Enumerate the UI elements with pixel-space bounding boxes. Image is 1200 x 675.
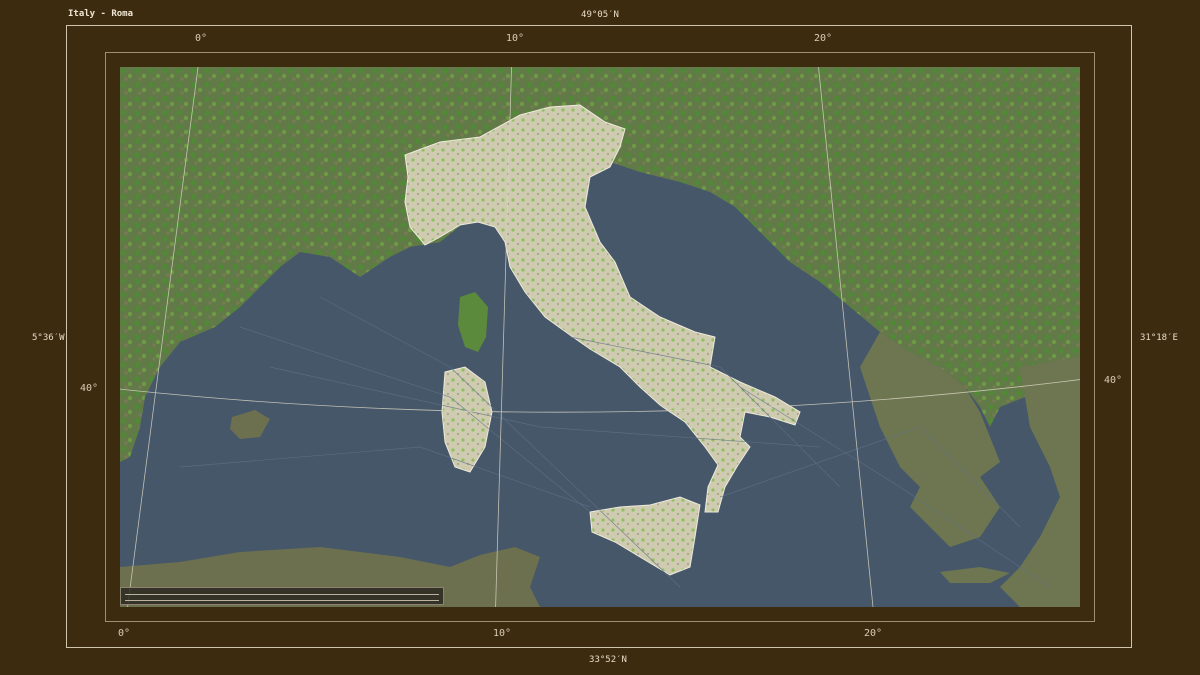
graticule-right-label: 40° [1104,375,1123,386]
map-title: Italy - Roma [68,9,134,19]
graticule-top-label: 0° [195,33,208,44]
east-bound-label: 31°18′E [1140,333,1178,343]
graticule-bottom-label: 0° [118,628,131,639]
south-bound-label: 33°52′N [589,655,627,665]
scale-bar-km [125,594,439,595]
map-svg [120,67,1080,607]
graticule-bottom-label: 20° [864,628,883,639]
map-figure: Italy - Roma 49°05′N 33°52′N 5°36′W 31°1… [0,0,1200,675]
graticule-top-label: 10° [506,33,525,44]
graticule-left-label: 40° [80,383,99,394]
west-bound-label: 5°36′W [32,333,65,343]
scale-bar-mi [125,600,439,601]
graticule-top-label: 20° [814,33,833,44]
scale-bar [120,587,444,605]
north-bound-label: 49°05′N [581,10,619,20]
map-canvas[interactable] [120,67,1080,607]
graticule-bottom-label: 10° [493,628,512,639]
